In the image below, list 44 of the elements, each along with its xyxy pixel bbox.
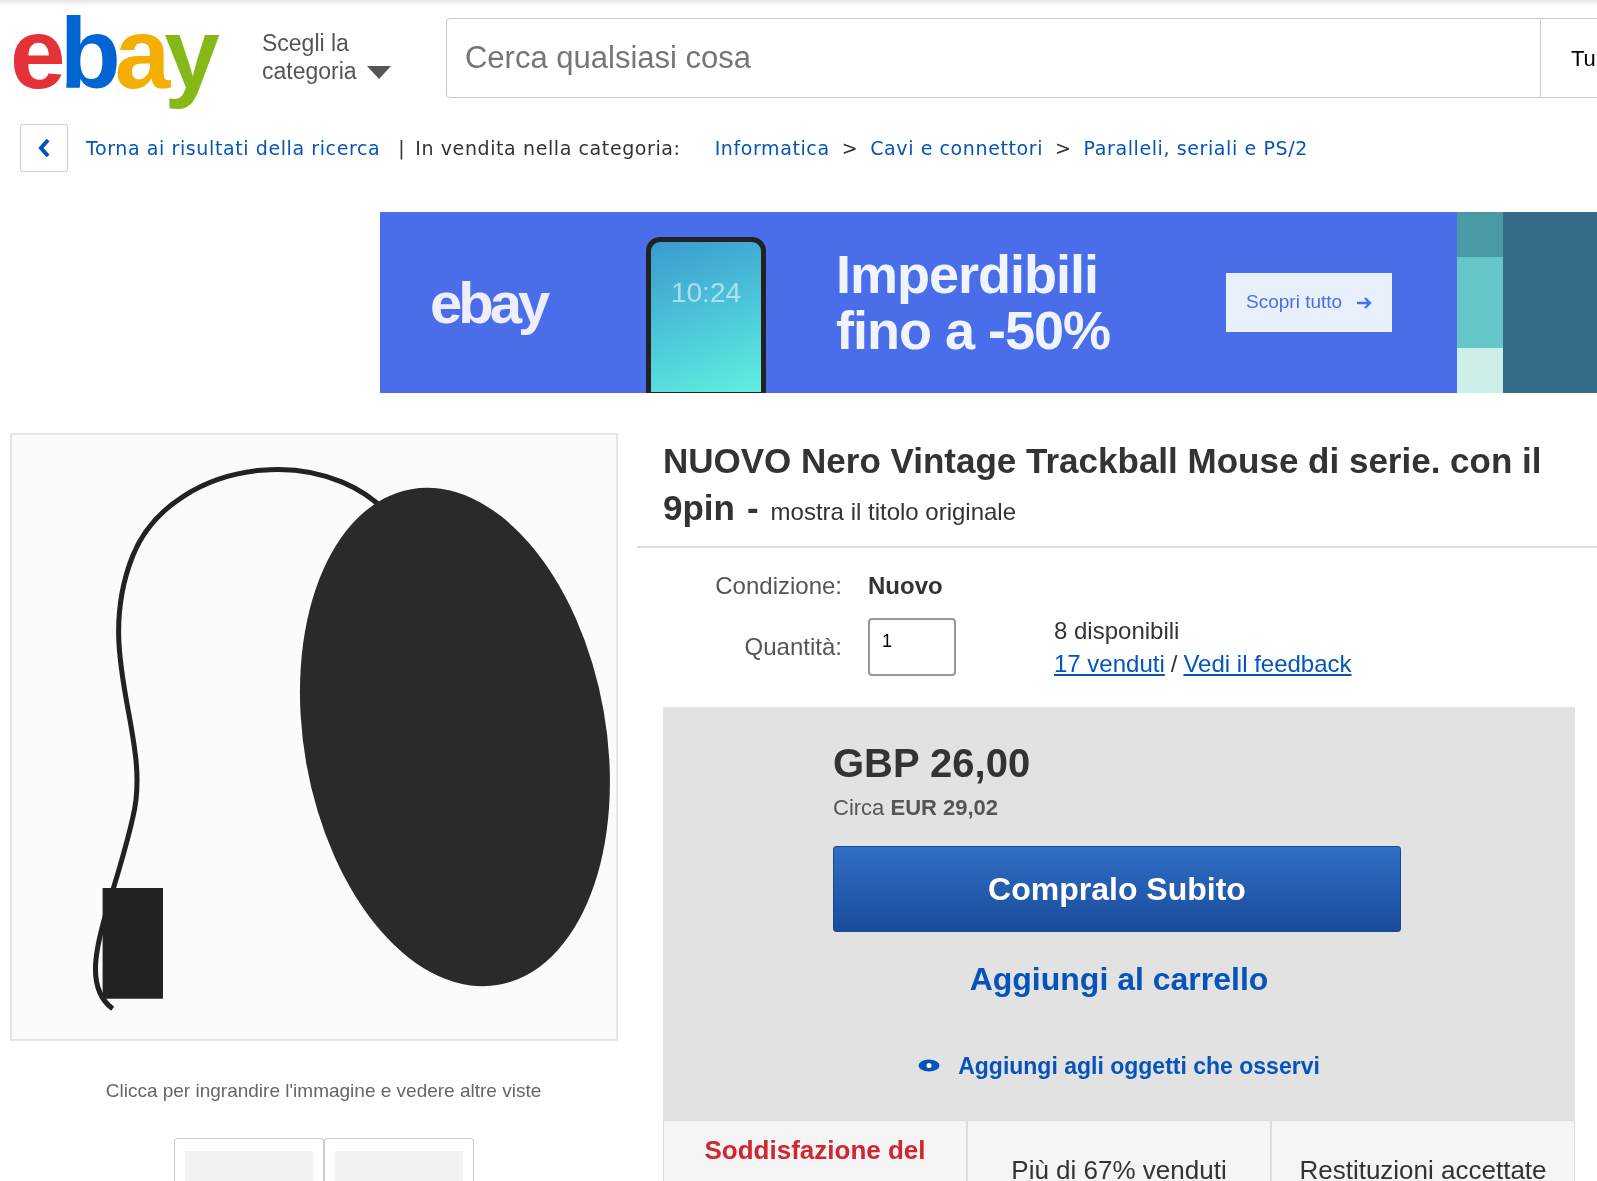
availability-text: 8 disponibili (1054, 615, 1181, 646)
quantity-label: Quantità: (743, 632, 843, 663)
original-title-link[interactable]: mostra il titolo originale (770, 498, 1017, 526)
listing-title: 9pin (663, 488, 735, 528)
banner-button[interactable]: Scopri tutto (1226, 273, 1393, 332)
title-dash: - (746, 488, 759, 528)
ebay-logo[interactable]: ebay (10, 6, 224, 111)
category-link[interactable]: Cavi e connettori (870, 133, 1044, 163)
condition-label: Condizione: (714, 570, 843, 601)
banner-logo: ebay (430, 269, 549, 337)
category-dropdown[interactable]: Tu (1541, 18, 1597, 98)
category-label: In vendita nella categoria: (415, 135, 681, 161)
photo-caption: Clicca per ingrandire l'immagine e vedere altre viste (104, 1079, 543, 1103)
caret-icon (366, 66, 391, 80)
banner-headline: Imperdibili (836, 247, 1100, 303)
condition-value: Nuovo (868, 570, 943, 601)
eye-icon (918, 1059, 941, 1073)
chevron-left-icon (37, 137, 51, 159)
divider-text: | (398, 135, 406, 162)
category-link[interactable]: Paralleli, seriali e PS/2 (1083, 133, 1308, 163)
buy-now-button[interactable]: Compralo Subito (833, 845, 1401, 932)
product-photo[interactable] (10, 433, 618, 1041)
feedback-link[interactable]: Vedi il feedback (1183, 650, 1352, 678)
back-button[interactable] (20, 124, 68, 172)
watch-link[interactable]: Aggiungi agli oggetti che osservi (663, 1047, 1575, 1085)
price-text: GBP 26,00 (832, 740, 1032, 785)
quantity-field[interactable]: 1 (868, 618, 956, 677)
back-to-results-link[interactable]: Torna ai risultati della ricerca (86, 133, 381, 163)
listing-title: NUOVO Nero Vintage Trackball Mouse di serie. con il (663, 440, 1543, 482)
category-link[interactable]: Informatica (714, 133, 830, 163)
separator-text: > (1055, 135, 1072, 161)
guarantee-badge: Soddisfazione del (663, 1120, 967, 1181)
link-divider: / (1170, 650, 1178, 678)
add-to-cart-button[interactable]: Aggiungi al carrello (963, 953, 1275, 1004)
sold-count-link[interactable]: 17 venduti (1054, 650, 1165, 678)
search-field[interactable]: Cerca qualsiasi cosa (445, 18, 1541, 98)
arrow-right-icon (1356, 296, 1373, 309)
approx-price-text: Circa EUR 29,02 (832, 793, 1000, 822)
category-picker[interactable]: Scegli la categoria (261, 30, 404, 86)
ad-banner[interactable]: ebay 10:24 Imperdibili fino a -50% Scopri tutto (380, 212, 1597, 393)
separator-text: > (841, 135, 859, 161)
phone-time: 10:24 (670, 275, 742, 310)
guarantee-badge: Più di 67% venduti (967, 1120, 1271, 1181)
guarantee-badge: Restituzioni accettate (1271, 1120, 1575, 1181)
